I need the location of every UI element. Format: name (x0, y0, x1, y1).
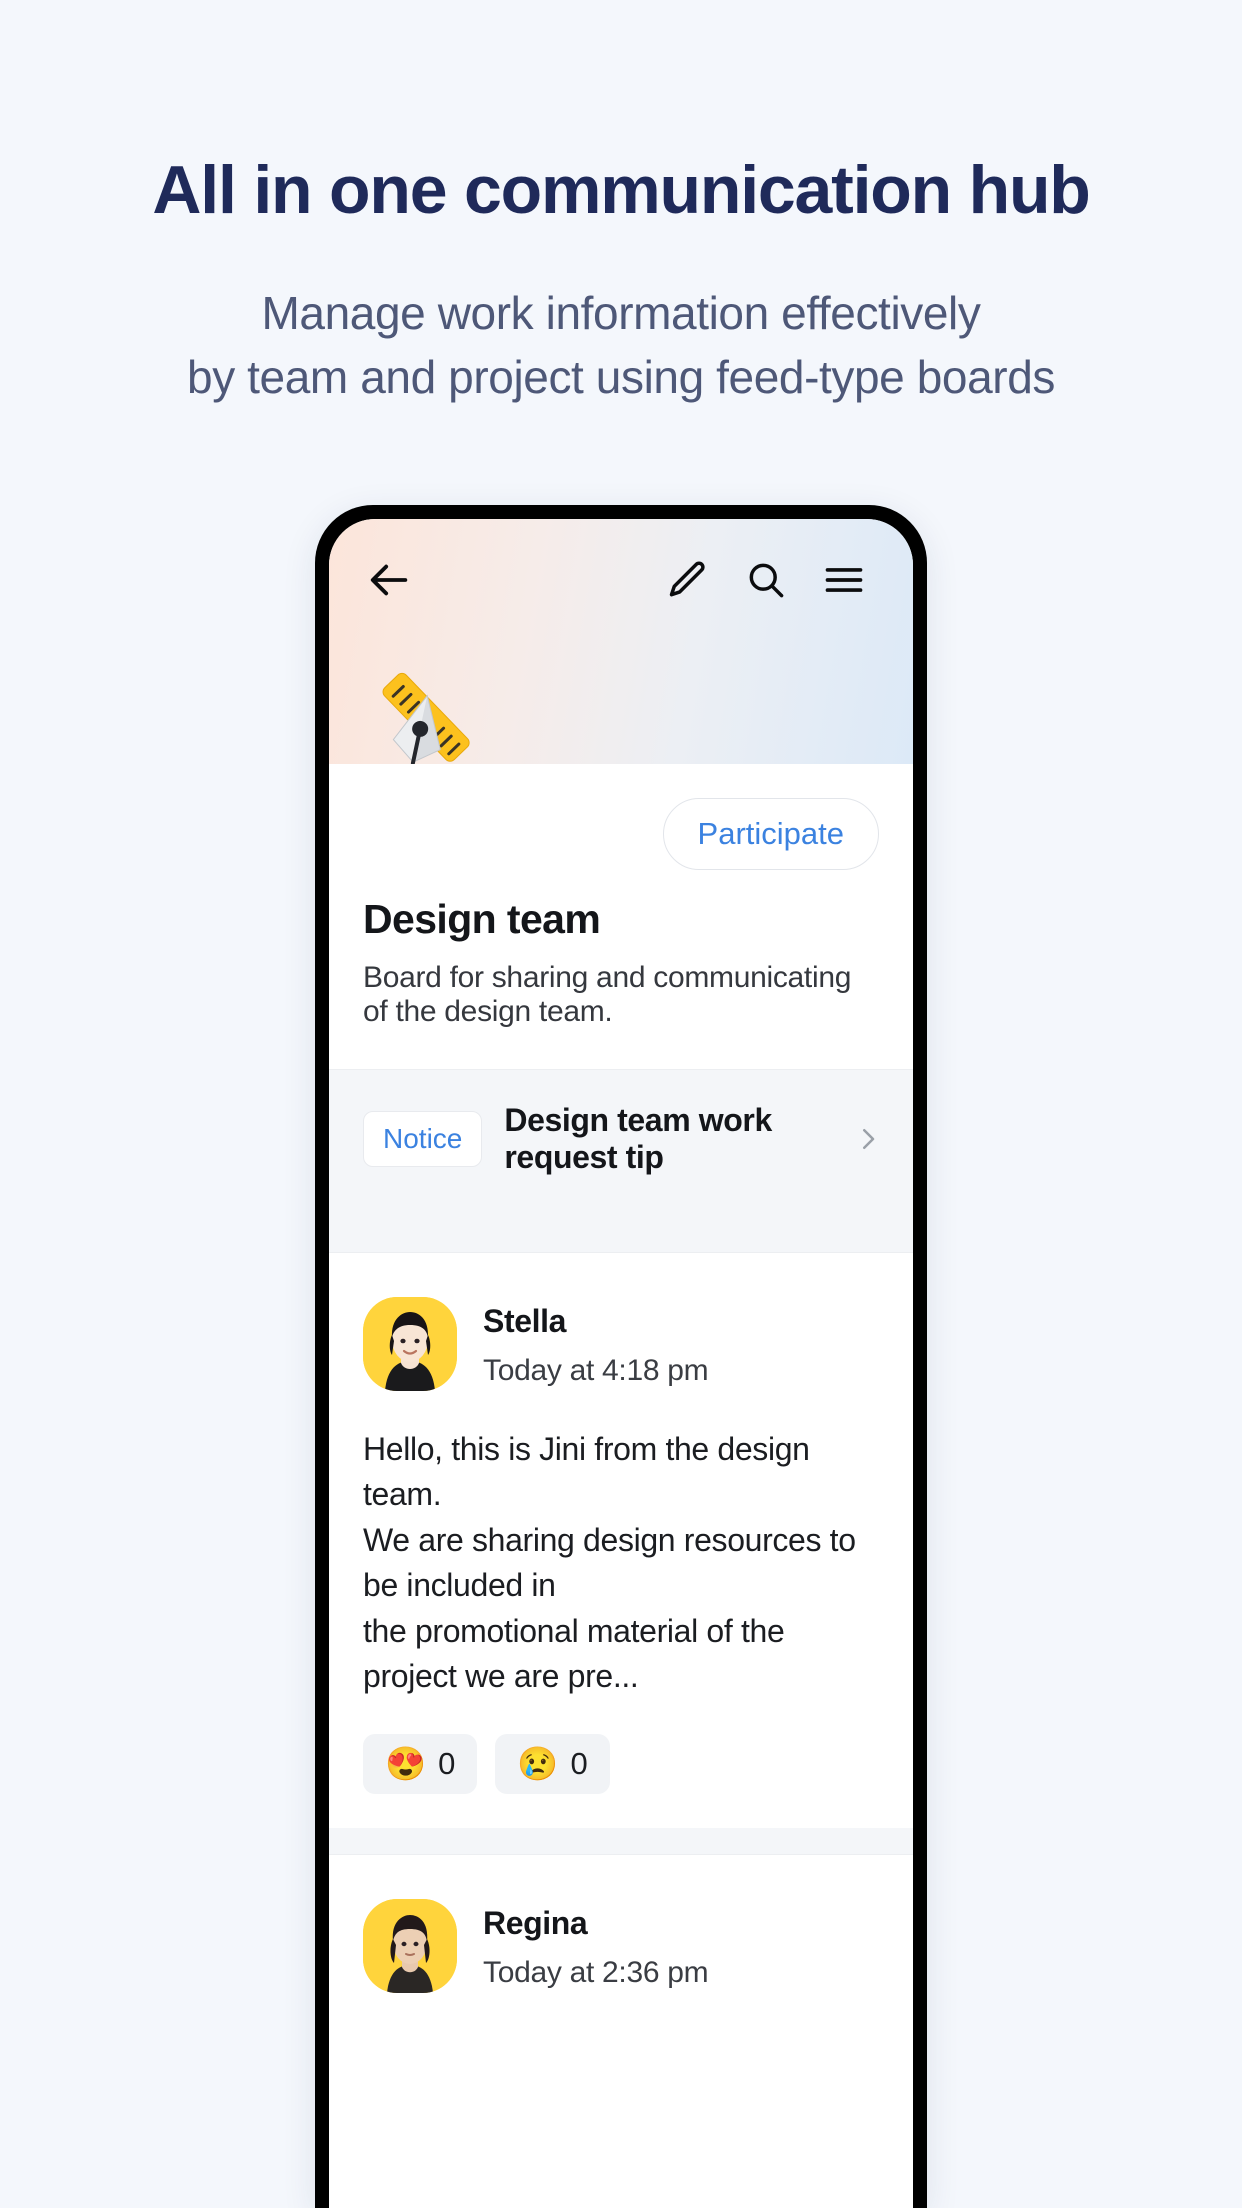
page-subtitle-line-1: Manage work information effectively (261, 287, 981, 340)
board-description: Board for sharing and communicating of t… (363, 961, 852, 1028)
menu-button[interactable] (813, 549, 875, 611)
page-subtitle-line-2: by team and project using feed-type boar… (187, 350, 1055, 403)
pencil-icon (666, 558, 710, 602)
post-header: Stella Today at 4:18 pm (363, 1297, 879, 1391)
crying-face-reaction[interactable]: 😢 0 (495, 1733, 610, 1794)
compose-button[interactable] (657, 549, 719, 611)
heart-eyes-reaction[interactable]: 😍 0 (363, 1733, 478, 1794)
phone-mockup: Participate Design team Board for sharin… (315, 505, 927, 2208)
notice-row[interactable]: Notice Design team work request tip (329, 1070, 913, 1208)
phone-frame: Participate Design team Board for sharin… (315, 505, 927, 2208)
reaction-count: 0 (438, 1745, 456, 1781)
post-timestamp: Today at 4:18 pm (483, 1354, 709, 1387)
post-meta: Stella Today at 4:18 pm (483, 1297, 709, 1388)
avatar[interactable] (363, 1297, 457, 1391)
board-title: Design team (363, 896, 601, 942)
hamburger-menu-icon (822, 558, 866, 602)
post-timestamp: Today at 2:36 pm (483, 1955, 709, 1989)
post-header: Regina Today at 2:36 pm (363, 1898, 879, 1993)
section-gap (329, 1827, 913, 1854)
post-author: Regina (483, 1904, 588, 1941)
heart-eyes-icon: 😍 (385, 1745, 427, 1783)
search-icon (744, 558, 788, 602)
hero-section: All in one communication hub Manage work… (0, 0, 1242, 409)
participate-row: Participate (363, 764, 879, 870)
reaction-list: 😍 0 😢 0 (363, 1733, 879, 1794)
avatar[interactable] (363, 1898, 457, 1993)
arrow-left-icon (367, 557, 413, 603)
board-header: Participate Design team Board for sharin… (329, 764, 913, 1069)
section-gap (329, 1208, 913, 1252)
phone-screen: Participate Design team Board for sharin… (329, 519, 913, 2208)
reaction-count: 0 (570, 1745, 588, 1781)
notice-badge: Notice (363, 1111, 483, 1167)
chevron-right-icon (853, 1124, 883, 1154)
notice-title: Design team work request tip (504, 1102, 772, 1175)
app-topbar (329, 519, 913, 641)
post-item[interactable]: Stella Today at 4:18 pm Hello, this is J… (329, 1253, 913, 1828)
back-button[interactable] (359, 549, 421, 611)
post-item[interactable]: Regina Today at 2:36 pm (329, 1854, 913, 2027)
post-author: Stella (483, 1303, 566, 1339)
app-header-gradient (329, 519, 913, 766)
page-title: All in one communication hub (152, 152, 1090, 228)
page-subtitle: Manage work information effectively by t… (0, 282, 1242, 409)
post-body: Hello, this is Jini from the design team… (363, 1431, 856, 1695)
search-button[interactable] (735, 549, 797, 611)
participate-button[interactable]: Participate (662, 798, 879, 870)
crying-face-icon: 😢 (517, 1745, 559, 1783)
post-meta: Regina Today at 2:36 pm (483, 1899, 709, 1990)
